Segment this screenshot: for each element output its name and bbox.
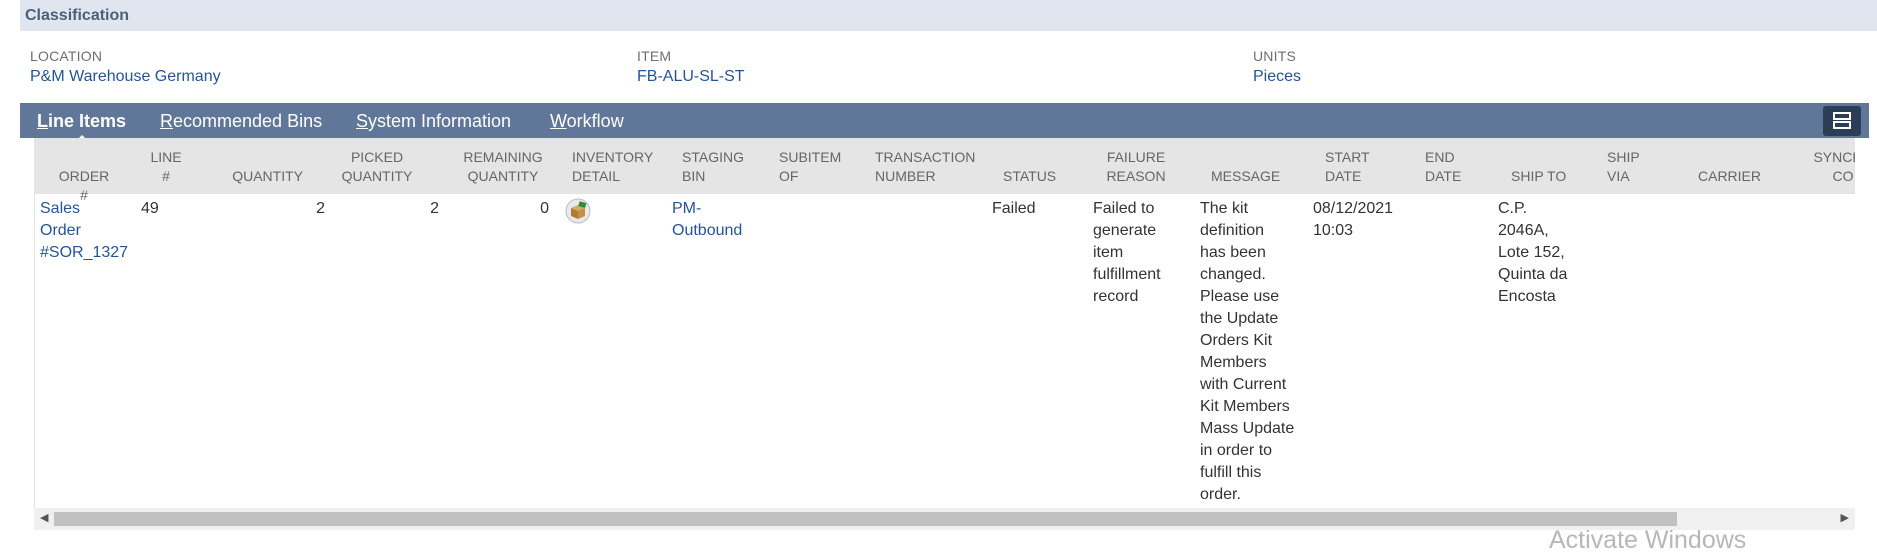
location-link[interactable]: P&M Warehouse Germany [30, 68, 221, 86]
col-line[interactable]: LINE # [145, 148, 187, 186]
scroll-right-icon[interactable]: ▶ [1841, 511, 1849, 524]
tab-workflow[interactable]: Workflow [550, 111, 624, 132]
col-ship-via[interactable]: SHIP VIA [1607, 148, 1657, 186]
units-field: UNITS Pieces [1253, 48, 1301, 86]
status-cell: Failed [992, 200, 1036, 217]
activate-windows-watermark: Activate Windows [1549, 526, 1747, 554]
col-staging-bin[interactable]: STAGING BIN [682, 148, 762, 186]
inventory-box-icon[interactable] [565, 198, 591, 224]
scrollbar-thumb[interactable] [54, 512, 1677, 526]
subtab-bar: Line Items Recommended Bins System Infor… [20, 103, 1869, 142]
units-link[interactable]: Pieces [1253, 68, 1301, 86]
scroll-left-icon[interactable]: ◀ [40, 511, 48, 524]
units-label: UNITS [1253, 48, 1296, 64]
col-synch[interactable]: SYNCHRCO [1803, 148, 1855, 186]
remaining-cell: 0 [540, 200, 549, 217]
staging-bin-link[interactable]: PM- Outbound [672, 198, 742, 242]
line-items-table: ORDER # LINE # QUANTITY PICKED QUANTITY RE… [34, 138, 1855, 508]
tab-system-information[interactable]: System Information [356, 111, 511, 132]
start-date-cell: 08/12/2021 10:03 [1313, 200, 1394, 239]
layout-icon [1833, 112, 1851, 120]
ship-to-cell: C.P. 2046A, Lote 152, Quinta da Encosta [1498, 200, 1568, 305]
tab-recommended-bins[interactable]: Recommended Bins [160, 111, 322, 132]
col-status[interactable]: STATUS [1003, 167, 1073, 186]
col-quantity[interactable]: QUANTITY [225, 167, 303, 186]
col-ship-to[interactable]: SHIP TO [1511, 167, 1581, 186]
order-link[interactable]: Sales Order #SOR_1327 [40, 198, 128, 264]
col-message[interactable]: MESSAGE [1211, 167, 1291, 186]
col-subitem-of[interactable]: SUBITEM OF [779, 148, 859, 186]
classification-header[interactable]: Classification [20, 0, 1877, 31]
col-carrier[interactable]: CARRIER [1698, 167, 1768, 186]
col-end-date[interactable]: END DATE [1425, 148, 1485, 186]
message-cell: The kit definition has been changed. Please … [1200, 200, 1295, 503]
section-title: Classification [25, 7, 130, 24]
tab-line-items[interactable]: Line Items [37, 111, 126, 142]
col-transaction-number[interactable]: TRANSACTION NUMBER [875, 148, 995, 186]
item-link[interactable]: FB-ALU-SL-ST [637, 68, 745, 86]
col-failure-reason[interactable]: FAILURE REASON [1095, 148, 1177, 186]
item-field: ITEM FB-ALU-SL-ST [637, 48, 745, 86]
col-start-date[interactable]: START DATE [1325, 148, 1385, 186]
location-field: LOCATION P&M Warehouse Germany [30, 48, 221, 86]
line-cell: 49 [141, 200, 159, 217]
failure-reason-cell: Failed to generate item fulfillment record [1093, 200, 1161, 305]
item-label: ITEM [637, 48, 672, 64]
location-label: LOCATION [30, 48, 103, 64]
col-remaining-quantity[interactable]: REMAINING QUANTITY [448, 148, 558, 186]
quantity-cell: 2 [316, 200, 325, 217]
layout-toggle-button[interactable] [1823, 106, 1861, 136]
col-picked-quantity[interactable]: PICKED QUANTITY [332, 148, 422, 186]
picked-cell: 2 [430, 200, 439, 217]
table-header: ORDER # LINE # QUANTITY PICKED QUANTITY RE… [35, 138, 1855, 203]
col-inventory-detail[interactable]: INVENTORY DETAIL [572, 148, 662, 186]
